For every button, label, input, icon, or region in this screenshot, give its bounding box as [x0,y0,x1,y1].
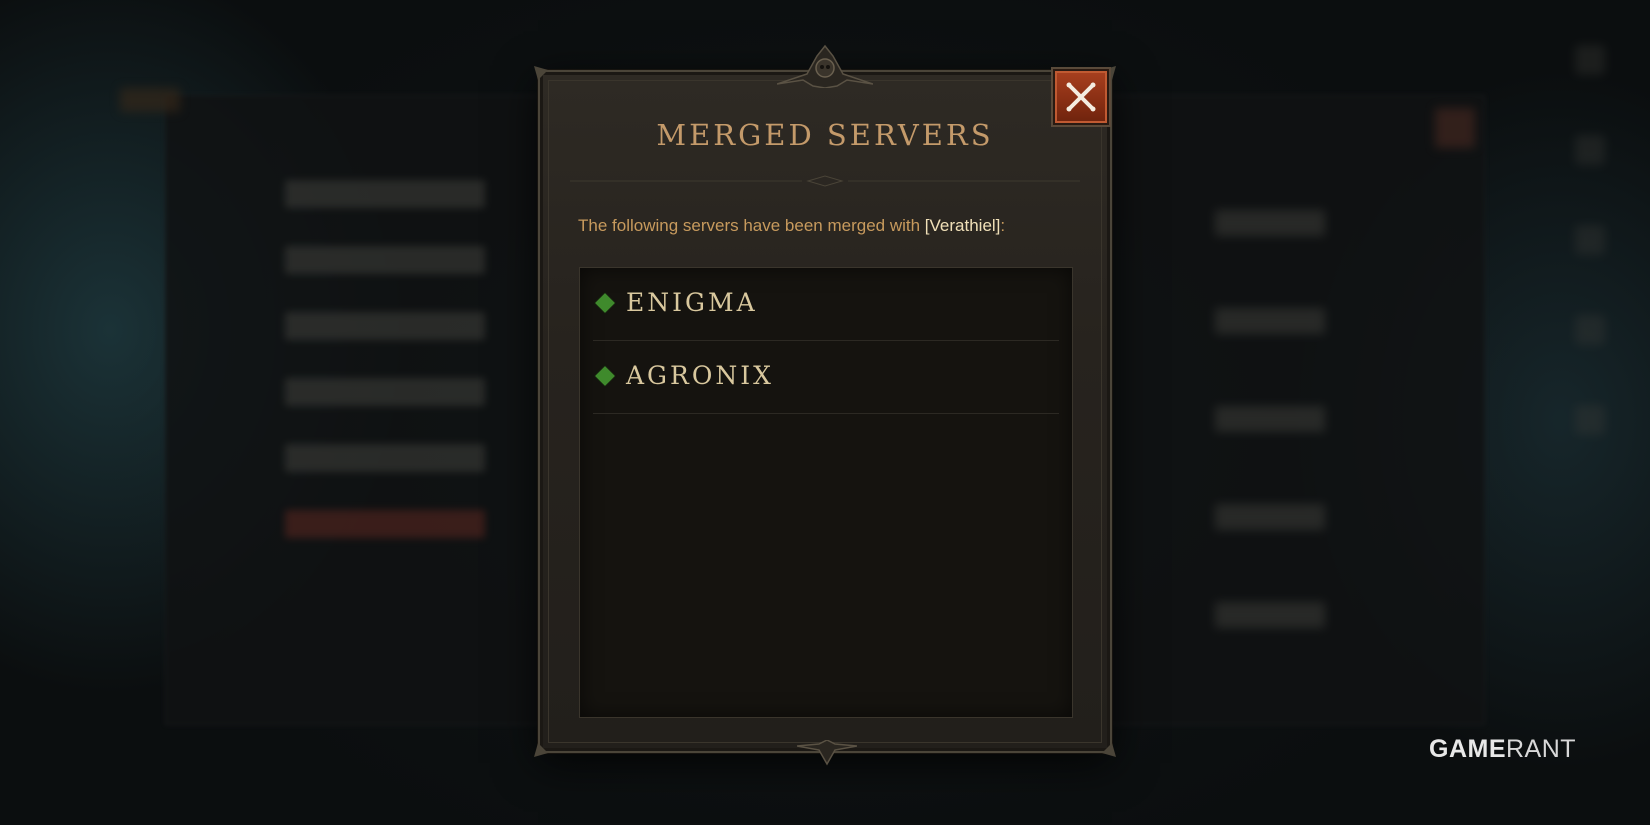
home-server-name: [Verathiel] [924,216,1001,235]
skull-crest-icon [777,44,873,88]
background-side-rail [1565,45,1615,465]
bottom-ornament-icon [797,740,857,766]
green-diamond-icon [595,293,615,313]
merge-message: The following servers have been merged w… [578,216,1078,236]
merge-message-text: The following servers have been merged w… [578,216,925,235]
watermark-game: GAME [1429,735,1506,763]
corner-ornament-icon [534,743,548,757]
green-diamond-icon [595,366,615,386]
background-server-list [265,180,505,650]
background-tab [120,88,180,112]
close-button[interactable] [1053,69,1109,125]
background-stats-column [1125,210,1405,670]
gamerant-watermark: GAMERANT [1429,735,1576,764]
background-close-button [1435,108,1475,148]
close-x-icon [1066,82,1096,112]
list-item: ENIGMA [593,268,1059,341]
server-name: AGRONIX [626,361,774,390]
server-name: ENIGMA [626,288,758,317]
dialog-title: MERGED SERVERS [656,118,994,152]
watermark-rant: RANT [1506,735,1577,763]
merged-server-list: ENIGMA AGRONIX [579,267,1073,718]
corner-ornament-icon [534,66,548,80]
game-screen: MERGED SERVERS The following servers hav… [0,0,1650,825]
corner-ornament-icon [1102,743,1116,757]
merged-servers-dialog: MERGED SERVERS The following servers hav… [534,44,1116,766]
title-divider [570,175,1080,187]
list-item: AGRONIX [593,341,1059,414]
merge-message-colon: : [1000,216,1006,235]
